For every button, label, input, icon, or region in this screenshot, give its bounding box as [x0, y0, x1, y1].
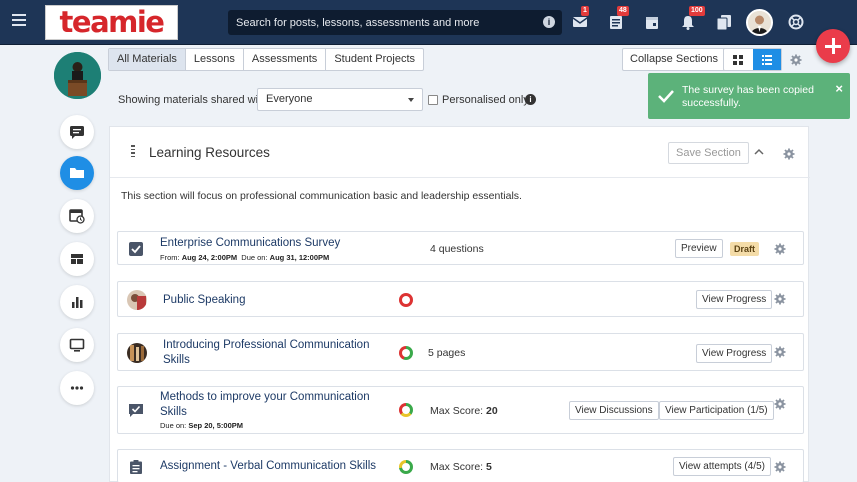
- drag-handle-icon[interactable]: [131, 145, 135, 159]
- chevron-down-icon: [408, 98, 414, 102]
- mail-badge: 1: [581, 6, 589, 16]
- discussion-check-icon: [129, 404, 143, 417]
- tab-student-projects[interactable]: Student Projects: [326, 49, 423, 70]
- list-item[interactable]: Methods to improve your Communication Ski…: [117, 386, 804, 434]
- progress-ring: [399, 293, 413, 307]
- learning-resources-section: Learning Resources Save Section This sec…: [109, 126, 810, 482]
- item-settings-gear-icon[interactable]: [774, 346, 786, 358]
- section-header: Learning Resources Save Section: [110, 127, 810, 178]
- share-filter-value: Everyone: [266, 93, 313, 105]
- chevron-up-icon[interactable]: [754, 148, 764, 155]
- status-badge: Draft: [730, 242, 760, 256]
- close-icon[interactable]: ×: [835, 82, 843, 95]
- search-input[interactable]: Search for posts, lessons, assessments a…: [228, 10, 562, 35]
- preview-button[interactable]: Preview: [675, 239, 723, 258]
- item-title[interactable]: Enterprise Communications Survey: [160, 236, 340, 251]
- collapse-sections-button[interactable]: Collapse Sections: [622, 48, 727, 71]
- monitor-icon: [69, 338, 85, 352]
- list-item[interactable]: Public Speaking View Progress: [117, 281, 804, 317]
- search-info-icon[interactable]: i: [543, 16, 555, 28]
- item-dates: From: Aug 24, 2:00PM Due on: Aug 31, 12:…: [160, 253, 330, 262]
- toast-message: The survey has been copied successfully.: [682, 84, 814, 109]
- folder-icon: [70, 168, 84, 178]
- personalised-only-checkbox[interactable]: [428, 95, 438, 105]
- item-meta: Max Score: 20: [430, 405, 498, 417]
- progress-ring: [399, 403, 413, 417]
- view-progress-button[interactable]: View Progress: [696, 344, 773, 363]
- item-meta: 5 pages: [428, 347, 466, 359]
- page-settings-gear-icon[interactable]: [790, 54, 802, 66]
- progress-ring: [399, 346, 413, 360]
- notifications-badge: 100: [689, 6, 705, 16]
- item-title[interactable]: Methods to improve your Communication Ski…: [160, 390, 370, 420]
- assignment-clipboard-icon: [130, 460, 142, 474]
- more-dots-icon: [70, 386, 84, 390]
- filter-label: Showing materials shared with: [118, 94, 268, 106]
- personalised-only-label[interactable]: Personalised only: [442, 94, 529, 106]
- item-settings-gear-icon[interactable]: [774, 293, 786, 305]
- posts-badge: 48: [617, 6, 629, 16]
- materials-tabs: All Materials Lessons Assessments Studen…: [108, 48, 425, 71]
- progress-ring: [399, 460, 413, 474]
- view-toggle: [723, 48, 782, 71]
- item-meta: Max Score: 5: [430, 461, 492, 473]
- sidebar-discussions-button[interactable]: [60, 115, 94, 149]
- success-toast: The survey has been copied successfully.…: [648, 73, 850, 119]
- view-participation-button[interactable]: View Participation (1/5): [659, 401, 774, 420]
- tab-lessons[interactable]: Lessons: [186, 49, 244, 70]
- help-lifebuoy-icon[interactable]: [788, 14, 804, 30]
- sidebar-calendar-button[interactable]: [60, 199, 94, 233]
- item-settings-gear-icon[interactable]: [774, 461, 786, 473]
- item-dates: Due on: Sep 20, 5:00PM: [160, 421, 243, 430]
- item-title[interactable]: Assignment - Verbal Communication Skills: [160, 459, 376, 474]
- dashboard-icon: [71, 254, 83, 264]
- view-discussions-button[interactable]: View Discussions: [569, 401, 659, 420]
- user-avatar[interactable]: [746, 9, 773, 36]
- sidebar-dashboard-button[interactable]: [60, 242, 94, 276]
- list-item[interactable]: Introducing Professional Communication Sk…: [117, 333, 804, 371]
- grid-view-icon[interactable]: [724, 49, 753, 70]
- section-title: Learning Resources: [149, 145, 270, 160]
- item-settings-gear-icon[interactable]: [774, 398, 786, 410]
- top-navigation-bar: teamie Search for posts, lessons, assess…: [0, 0, 857, 45]
- survey-checkbox-icon: [129, 242, 143, 256]
- tab-assessments[interactable]: Assessments: [244, 49, 327, 70]
- list-item[interactable]: Assignment - Verbal Communication Skills…: [117, 449, 804, 482]
- checkmark-icon: [658, 90, 674, 103]
- section-description: This section will focus on professional …: [121, 190, 522, 202]
- sidebar-present-button[interactable]: [60, 328, 94, 362]
- calendar-icon[interactable]: [644, 14, 660, 30]
- section-settings-gear-icon[interactable]: [783, 148, 795, 160]
- list-view-icon[interactable]: [752, 49, 781, 70]
- posts-icon[interactable]: 48: [608, 6, 629, 30]
- view-progress-button[interactable]: View Progress: [696, 290, 773, 309]
- menu-icon[interactable]: [12, 14, 26, 28]
- teamie-logo[interactable]: teamie: [45, 5, 178, 40]
- lesson-thumbnail: [127, 290, 147, 310]
- sidebar-materials-button[interactable]: [60, 156, 94, 190]
- mail-icon[interactable]: 1: [572, 6, 589, 30]
- list-item[interactable]: Enterprise Communications Survey From: A…: [117, 231, 804, 265]
- add-fab-button[interactable]: [816, 29, 850, 63]
- course-profile-image: [54, 52, 101, 99]
- documents-icon[interactable]: [716, 14, 732, 31]
- bar-chart-icon: [72, 297, 83, 308]
- item-title[interactable]: Public Speaking: [163, 293, 245, 308]
- info-icon[interactable]: i: [525, 94, 536, 105]
- save-section-button[interactable]: Save Section: [668, 142, 749, 164]
- lesson-thumbnail: [127, 343, 147, 363]
- item-meta: 4 questions: [430, 243, 484, 255]
- item-settings-gear-icon[interactable]: [774, 243, 786, 255]
- sidebar-more-button[interactable]: [60, 371, 94, 405]
- calendar-clock-icon: [69, 209, 85, 224]
- notifications-bell-icon[interactable]: 100: [680, 6, 705, 30]
- sidebar-analytics-button[interactable]: [60, 285, 94, 319]
- item-title[interactable]: Introducing Professional Communication Sk…: [163, 338, 369, 368]
- share-filter-select[interactable]: Everyone: [257, 88, 423, 111]
- view-attempts-button[interactable]: View attempts (4/5): [673, 457, 771, 476]
- tab-all-materials[interactable]: All Materials: [109, 49, 186, 70]
- search-placeholder: Search for posts, lessons, assessments a…: [236, 16, 480, 29]
- logo-text: teamie: [59, 5, 165, 39]
- chat-icon: [70, 126, 84, 139]
